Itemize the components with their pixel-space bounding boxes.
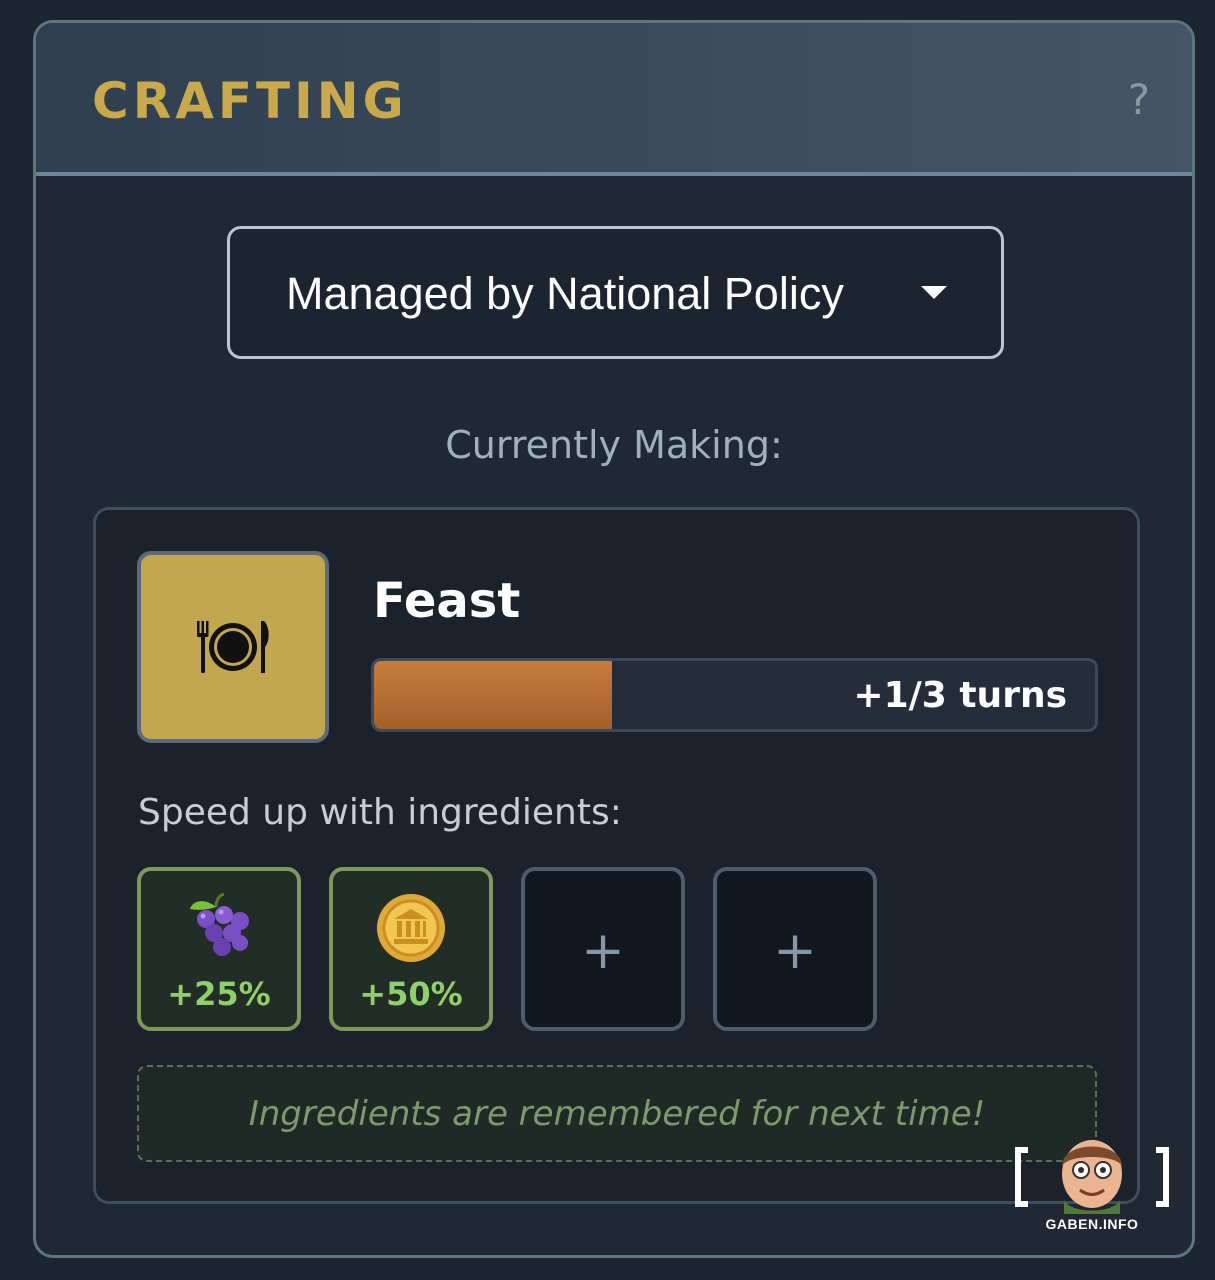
watermark-logo: GABEN.INFO bbox=[1012, 1130, 1172, 1234]
ingredient-slot-4[interactable]: + bbox=[713, 867, 877, 1031]
progress-fill bbox=[374, 661, 612, 729]
ingredients-note-text: Ingredients are remembered for next time… bbox=[248, 1094, 986, 1134]
item-name: Feast bbox=[373, 573, 521, 629]
ingredients-label: Speed up with ingredients: bbox=[138, 792, 622, 833]
panel-header: CRAFTING ? bbox=[36, 23, 1192, 176]
coin-icon bbox=[333, 893, 489, 963]
policy-dropdown[interactable]: Managed by National Policy bbox=[227, 226, 1004, 359]
craft-progress-bar: +1/3 turns bbox=[371, 658, 1098, 732]
ingredients-note: Ingredients are remembered for next time… bbox=[137, 1065, 1097, 1162]
avatar bbox=[1015, 1140, 1169, 1214]
craft-card: Feast +1/3 turns Speed up with ingredien… bbox=[93, 507, 1140, 1204]
chevron-down-icon bbox=[921, 286, 947, 299]
crafting-panel: CRAFTING ? Managed by National Policy Cu… bbox=[33, 20, 1195, 1258]
ingredient-slot-2[interactable]: +50% bbox=[329, 867, 493, 1031]
plus-icon: + bbox=[773, 921, 817, 981]
currently-making-label: Currently Making: bbox=[445, 423, 783, 467]
ingredient-bonus: +25% bbox=[167, 975, 271, 1013]
plus-icon: + bbox=[581, 921, 625, 981]
policy-dropdown-value: Managed by National Policy bbox=[286, 268, 844, 319]
help-button[interactable]: ? bbox=[1128, 75, 1150, 125]
watermark-text: GABEN.INFO bbox=[1045, 1216, 1139, 1232]
panel-title: CRAFTING bbox=[92, 72, 408, 130]
ingredient-slot-3[interactable]: + bbox=[521, 867, 685, 1031]
plate-cutlery-icon bbox=[137, 551, 329, 743]
progress-text: +1/3 turns bbox=[853, 675, 1067, 716]
ingredient-slot-1[interactable]: +25% bbox=[137, 867, 301, 1031]
grapes-icon bbox=[141, 893, 297, 961]
ingredient-bonus: +50% bbox=[359, 975, 463, 1013]
